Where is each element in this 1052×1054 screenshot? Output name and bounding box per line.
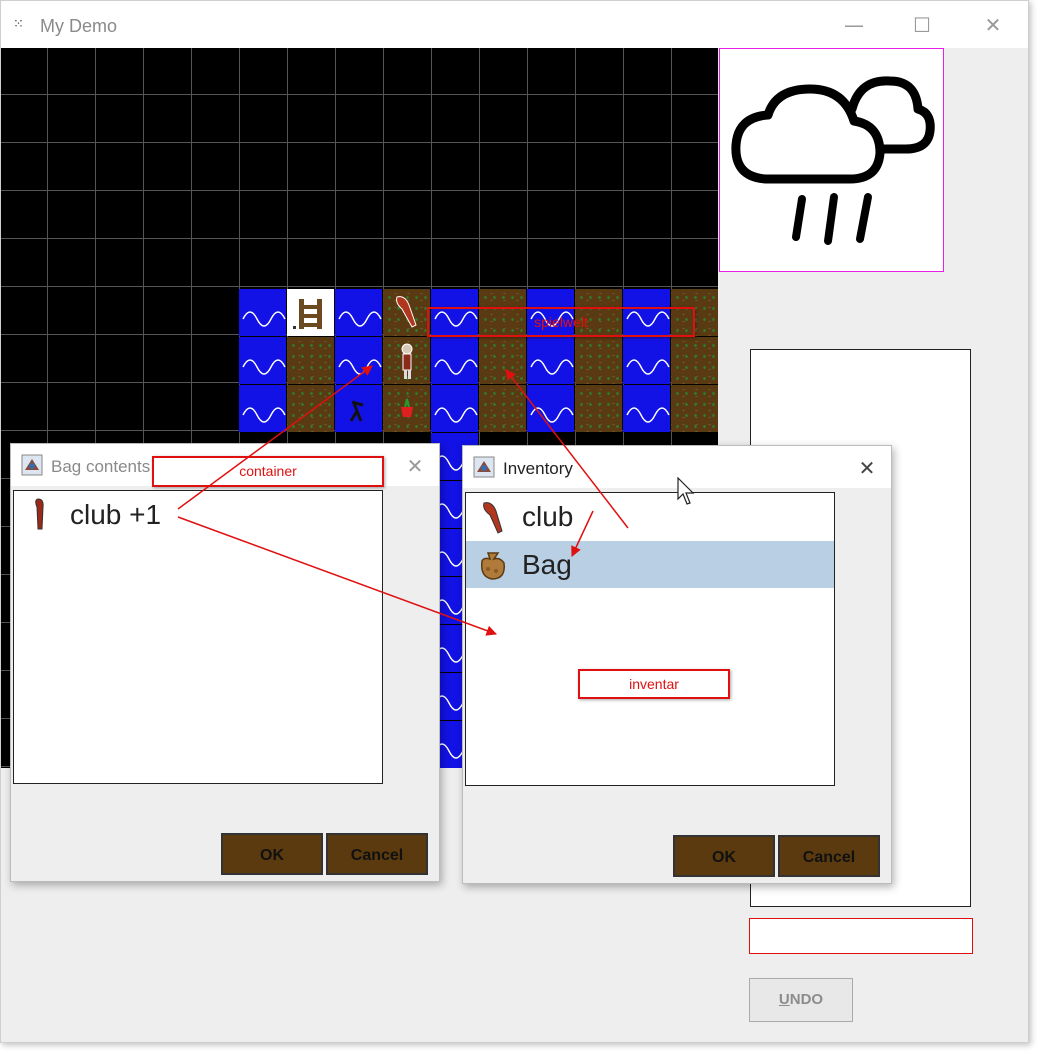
inventory-cancel-button[interactable]: Cancel <box>778 835 880 877</box>
inventory-item-label: club <box>522 501 574 532</box>
water-tile[interactable] <box>527 385 574 432</box>
water-tile[interactable] <box>239 289 286 336</box>
bag-dialog-close-button[interactable]: ✕ <box>401 452 429 480</box>
water-tile[interactable] <box>335 289 382 336</box>
undo-label: UNDO <box>778 991 824 1008</box>
rain-cloud-icon <box>731 76 935 245</box>
bag-contents-dialog: Bag contents ✕ club +1 OK Cancel <box>10 443 440 882</box>
dirt-tile[interactable] <box>383 289 430 336</box>
inventory-dialog-title: Inventory <box>503 459 573 478</box>
dirt-tile[interactable] <box>479 385 526 432</box>
inventory-dialog-close-button[interactable]: ✕ <box>853 454 881 482</box>
app-icon: ⁙ <box>13 17 24 32</box>
list-item[interactable]: Bag <box>466 541 834 588</box>
dirt-tile[interactable] <box>671 337 718 384</box>
water-tile[interactable] <box>335 385 382 432</box>
list-item[interactable]: club <box>466 493 834 540</box>
main-window: ⁙ My Demo — ☐ ✕ spielwelt UNDO Bag conte… <box>0 0 1029 1043</box>
annotation-container: container <box>152 456 384 487</box>
dirt-tile[interactable] <box>383 385 430 432</box>
mouse-cursor-icon <box>677 477 695 505</box>
java-app-icon <box>21 454 43 476</box>
club-icon <box>483 502 503 534</box>
creature-icon <box>349 400 364 422</box>
inventory-ok-button[interactable]: OK <box>673 835 775 877</box>
ladder-tile[interactable] <box>287 289 334 336</box>
close-button[interactable]: ✕ <box>978 11 1008 39</box>
dirt-tile[interactable] <box>479 337 526 384</box>
dirt-tile[interactable] <box>575 385 622 432</box>
inventory-dialog: Inventory ✕ club Bag OK Cancel <box>462 445 892 884</box>
water-tile[interactable] <box>623 337 670 384</box>
dirt-tile[interactable] <box>287 337 334 384</box>
bag-ok-button[interactable]: OK <box>221 833 323 875</box>
java-app-icon <box>473 456 495 478</box>
inventory-list[interactable]: club Bag <box>465 492 835 786</box>
weather-panel <box>719 48 944 272</box>
bag-contents-list[interactable]: club +1 <box>13 490 383 784</box>
player-icon <box>401 343 413 379</box>
water-tile[interactable] <box>239 337 286 384</box>
window-title: My Demo <box>40 16 118 36</box>
inventory-item-label: Bag <box>522 549 572 580</box>
dirt-tile[interactable] <box>287 385 334 432</box>
dirt-tile[interactable] <box>575 337 622 384</box>
undo-button[interactable]: UNDO <box>749 978 853 1022</box>
water-tile[interactable] <box>527 337 574 384</box>
water-tile[interactable] <box>239 385 286 432</box>
bag-item-label: club +1 <box>70 499 162 530</box>
dirt-tile[interactable] <box>671 385 718 432</box>
club-icon <box>35 498 44 530</box>
water-tile[interactable] <box>335 337 382 384</box>
water-tile[interactable] <box>431 337 478 384</box>
annotation-inventar: inventar <box>578 669 730 699</box>
status-input[interactable] <box>749 918 973 954</box>
plant-icon <box>401 398 413 417</box>
minimize-button[interactable]: — <box>839 11 869 39</box>
water-tile[interactable] <box>431 385 478 432</box>
water-tile[interactable] <box>623 385 670 432</box>
bag-dialog-title: Bag contents <box>51 457 151 476</box>
bag-icon <box>480 552 505 580</box>
main-titlebar: ⁙ My Demo — ☐ ✕ <box>1 1 1028 48</box>
bag-cancel-button[interactable]: Cancel <box>326 833 428 875</box>
ladder-icon <box>293 299 322 329</box>
list-item[interactable]: club +1 <box>14 491 382 538</box>
club-icon <box>396 296 417 328</box>
annotation-spielwelt: spielwelt <box>427 307 695 337</box>
maximize-button[interactable]: ☐ <box>907 11 937 39</box>
dirt-tile[interactable] <box>383 337 430 384</box>
